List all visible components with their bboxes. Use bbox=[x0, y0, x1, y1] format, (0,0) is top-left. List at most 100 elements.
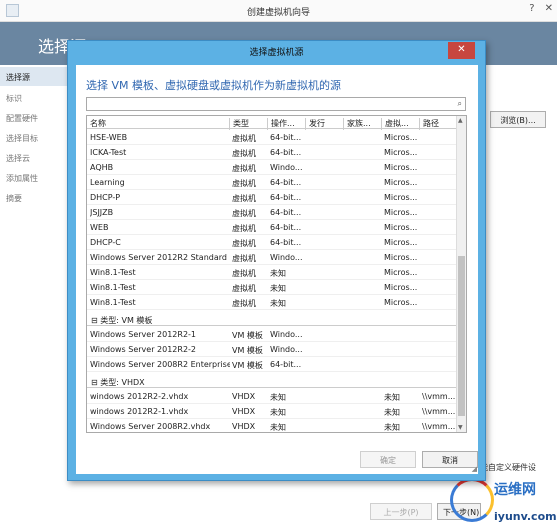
cell-os: 64-bit... bbox=[270, 148, 302, 157]
cell-name: Win8.1-Test bbox=[90, 283, 136, 292]
wizard-sidebar: 选择源 标识 配置硬件 选择目标 选择云 添加属性 摘要 bbox=[0, 65, 70, 531]
cell-name: JSJJZB bbox=[90, 208, 114, 217]
sidebar-item-add-properties[interactable]: 添加属性 bbox=[6, 173, 38, 184]
cell-path: \\vmm... bbox=[422, 392, 456, 401]
sidebar-item-select-cloud[interactable]: 选择云 bbox=[6, 153, 30, 164]
cell-virt: 未知 bbox=[384, 393, 400, 402]
cell-virt: Micros... bbox=[384, 148, 418, 157]
close-icon[interactable]: ✕ bbox=[448, 42, 475, 59]
group-header-vhdx[interactable]: ⊟ 类型: VHDX bbox=[87, 374, 457, 388]
cell-virt: Micros... bbox=[384, 238, 418, 247]
sidebar-item-select-source[interactable]: 选择源 bbox=[0, 67, 70, 86]
cell-type: 虚拟机 bbox=[232, 209, 256, 218]
source-table[interactable]: 名称 类型 操作... 发行 家族... 虚拟... 路径 HSE-WEB 虚拟机… bbox=[86, 115, 467, 433]
column-header-type[interactable]: 类型 bbox=[229, 118, 267, 130]
table-row[interactable]: ICKA-Test 虚拟机 64-bit... Micros... bbox=[87, 145, 457, 160]
resize-grip-icon[interactable]: ◢ bbox=[472, 465, 477, 473]
scroll-down-icon[interactable]: ▼ bbox=[458, 424, 463, 431]
browse-button[interactable]: 浏览(B)... bbox=[490, 111, 546, 128]
table-row[interactable]: Win8.1-Test 虚拟机 未知 Micros... bbox=[87, 265, 457, 280]
table-row[interactable]: windows 2012R2-2.vhdx VHDX 未知 未知 \\vmm... bbox=[87, 389, 457, 404]
table-row[interactable]: Learning 虚拟机 64-bit... Micros... bbox=[87, 175, 457, 190]
cell-type: 虚拟机 bbox=[232, 194, 256, 203]
table-row[interactable]: Windows Server 2012R2-1 VM 模板 Windo... bbox=[87, 327, 457, 342]
cell-name: WEB bbox=[90, 223, 109, 232]
table-row[interactable]: DHCP-P 虚拟机 64-bit... Micros... bbox=[87, 190, 457, 205]
cell-os: 64-bit... bbox=[270, 238, 302, 247]
column-header-path[interactable]: 路径 bbox=[419, 118, 457, 130]
cell-name: DHCP-C bbox=[90, 238, 121, 247]
table-row[interactable]: Windows Server 2008R2.vhdx VHDX 未知 未知 \\vmm.… bbox=[87, 419, 457, 432]
dialog-body: 选择 VM 模板、虚拟硬盘或虚拟机作为新虚拟机的源 ⌕ 名称 类型 操作... … bbox=[76, 65, 478, 474]
cell-os: 未知 bbox=[270, 269, 286, 278]
table-row[interactable]: Win8.1-Test 虚拟机 未知 Micros... bbox=[87, 280, 457, 295]
column-header-release[interactable]: 发行 bbox=[305, 118, 343, 130]
table-row[interactable]: Windows Server 2008R2 Enterprise VM 模板 64-… bbox=[87, 357, 457, 372]
cell-type: VM 模板 bbox=[232, 346, 263, 355]
cell-type: VHDX bbox=[232, 407, 256, 416]
column-header-virtualization[interactable]: 虚拟... bbox=[381, 118, 419, 130]
cell-virt: Micros... bbox=[384, 298, 418, 307]
cell-os: 64-bit... bbox=[270, 360, 302, 369]
cell-os: 未知 bbox=[270, 408, 286, 417]
ok-button[interactable]: 确定 bbox=[360, 451, 416, 468]
table-row[interactable]: JSJJZB 虚拟机 64-bit... Micros... bbox=[87, 205, 457, 220]
scrollbar-thumb[interactable] bbox=[458, 256, 465, 416]
cell-os: Windo... bbox=[270, 163, 303, 172]
cell-name: windows 2012R2-1.vhdx bbox=[90, 407, 189, 416]
column-header-name[interactable]: 名称 bbox=[87, 118, 229, 130]
search-input[interactable]: ⌕ bbox=[86, 97, 466, 111]
cell-type: 虚拟机 bbox=[232, 254, 256, 263]
cell-type: 虚拟机 bbox=[232, 284, 256, 293]
cell-type: 虚拟机 bbox=[232, 239, 256, 248]
table-row[interactable]: AQHB 虚拟机 Windo... Micros... bbox=[87, 160, 457, 175]
table-row[interactable]: WEB 虚拟机 64-bit... Micros... bbox=[87, 220, 457, 235]
scroll-up-icon[interactable]: ▲ bbox=[458, 117, 463, 124]
cell-type: 虚拟机 bbox=[232, 149, 256, 158]
cell-os: 64-bit... bbox=[270, 193, 302, 202]
table-row[interactable]: Windows Server 2012R2-2 VM 模板 Windo... bbox=[87, 342, 457, 357]
cell-virt: Micros... bbox=[384, 283, 418, 292]
previous-button[interactable]: 上一步(P) bbox=[370, 503, 432, 520]
table-row[interactable]: Win8.1-Test 虚拟机 未知 Micros... bbox=[87, 295, 457, 310]
cell-name: Win8.1-Test bbox=[90, 268, 136, 277]
table-row[interactable]: windows 2012R2-1.vhdx VHDX 未知 未知 \\vmm... bbox=[87, 404, 457, 419]
cancel-button[interactable]: 取消 bbox=[422, 451, 478, 468]
cell-name: Windows Server 2012R2-1 bbox=[90, 330, 197, 339]
help-icon[interactable]: ? bbox=[529, 3, 534, 14]
cell-type: 虚拟机 bbox=[232, 299, 256, 308]
cell-name: Learning bbox=[90, 178, 125, 187]
cell-type: VHDX bbox=[232, 422, 256, 431]
sidebar-item-summary[interactable]: 摘要 bbox=[6, 193, 22, 204]
cell-virt: Micros... bbox=[384, 133, 418, 142]
customize-hardware-text: 能自定义硬件设 bbox=[480, 463, 536, 472]
cell-os: 64-bit... bbox=[270, 133, 302, 142]
sidebar-item-select-destination[interactable]: 选择目标 bbox=[6, 133, 38, 144]
table-row[interactable]: DHCP-C 虚拟机 64-bit... Micros... bbox=[87, 235, 457, 250]
cell-virt: Micros... bbox=[384, 223, 418, 232]
column-header-os[interactable]: 操作... bbox=[267, 118, 305, 130]
cell-os: Windo... bbox=[270, 253, 303, 262]
cell-type: VM 模板 bbox=[232, 331, 263, 340]
sidebar-item-identity[interactable]: 标识 bbox=[6, 93, 22, 104]
cell-name: AQHB bbox=[90, 163, 114, 172]
cell-name: windows 2012R2-2.vhdx bbox=[90, 392, 189, 401]
search-icon[interactable]: ⌕ bbox=[458, 99, 462, 109]
column-header-family[interactable]: 家族... bbox=[343, 118, 381, 130]
cell-path: \\vmm... bbox=[422, 407, 456, 416]
cell-os: 未知 bbox=[270, 423, 286, 432]
close-icon[interactable]: ✕ bbox=[545, 3, 553, 14]
cell-os: 64-bit... bbox=[270, 223, 302, 232]
sidebar-item-configure-hardware[interactable]: 配置硬件 bbox=[6, 113, 38, 124]
cell-name: Win8.1-Test bbox=[90, 298, 136, 307]
cell-type: 虚拟机 bbox=[232, 179, 256, 188]
watermark-text: 运维网 bbox=[494, 482, 536, 498]
group-header-vm-template[interactable]: ⊟ 类型: VM 模板 bbox=[87, 312, 457, 326]
cell-os: Windo... bbox=[270, 345, 303, 354]
table-row[interactable]: HSE-WEB 虚拟机 64-bit... Micros... bbox=[87, 130, 457, 145]
vertical-scrollbar[interactable]: ▲ ▼ bbox=[456, 116, 466, 432]
cell-virt: Micros... bbox=[384, 178, 418, 187]
cell-name: Windows Server 2012R2-2 bbox=[90, 345, 197, 354]
watermark-ring-icon bbox=[450, 478, 494, 522]
table-row[interactable]: Windows Server 2012R2 Standard 虚拟机 Windo..… bbox=[87, 250, 457, 265]
